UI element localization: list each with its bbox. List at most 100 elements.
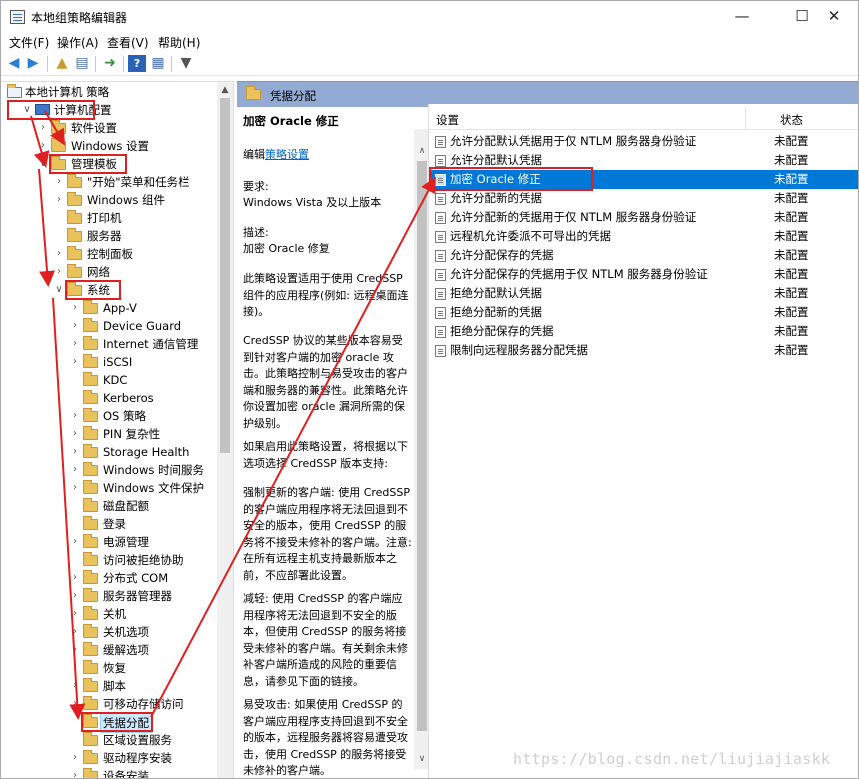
chevron-right-icon[interactable]: › [53,191,65,209]
system-child-node[interactable]: › OS 策略 [1,407,217,425]
system-child-node[interactable]: › Device Guard [1,317,217,335]
server-node[interactable]: 服务器 [1,227,217,245]
system-child-node[interactable]: 区域设置服务 [1,731,217,749]
system-child-node[interactable]: › Internet 通信管理 [1,335,217,353]
menu-action[interactable]: 操作(A) [57,34,99,51]
system-child-node[interactable]: › 服务器管理器 [1,587,217,605]
column-header-state[interactable]: 状态 [780,112,803,128]
chevron-right-icon[interactable]: › [69,605,81,623]
menu-help[interactable]: 帮助(H) [158,34,200,51]
chevron-down-icon[interactable]: ∨ [37,155,49,173]
chevron-right-icon[interactable]: › [69,695,81,713]
chevron-right-icon[interactable]: › [69,659,81,677]
chevron-down-icon[interactable]: ∨ [53,281,65,299]
policy-row[interactable]: 加密 Oracle 修正 未配置 [429,170,858,189]
system-child-node[interactable]: Kerberos [1,389,217,407]
policy-row[interactable]: 允许分配保存的凭据用于仅 NTLM 服务器身份验证 未配置 [429,265,858,284]
edit-policy-link[interactable]: 策略设置 [265,148,309,161]
chevron-right-icon[interactable]: › [53,173,65,191]
computer-config-node[interactable]: ∨ 计算机配置 [1,101,217,119]
system-child-node[interactable]: › 电源管理 [1,533,217,551]
chevron-right-icon[interactable]: › [69,353,81,371]
system-child-node[interactable]: 凭据分配 [1,713,217,733]
tree-scrollbar-thumb[interactable] [220,98,230,453]
system-child-node[interactable]: › 脚本 [1,677,217,695]
chevron-right-icon[interactable]: › [69,641,81,659]
menu-view[interactable]: 查看(V) [107,34,149,51]
policy-row[interactable]: 拒绝分配默认凭据 未配置 [429,284,858,303]
back-icon[interactable]: ◀ [5,55,23,72]
system-child-node[interactable]: 登录 [1,515,217,533]
menu-file[interactable]: 文件(F) [9,34,49,51]
windows-components-node[interactable]: › Windows 组件 [1,191,217,209]
system-child-node[interactable]: › 可移动存储访问 [1,695,217,713]
chevron-right-icon[interactable]: › [69,533,81,551]
system-child-node[interactable]: › PIN 复杂性 [1,425,217,443]
chevron-right-icon[interactable]: › [69,299,81,317]
system-child-node[interactable]: › Windows 时间服务 [1,461,217,479]
chevron-right-icon[interactable]: › [37,137,49,155]
control-panel-node[interactable]: › 控制面板 [1,245,217,263]
admin-templates-node[interactable]: ∨ 管理模板 [1,155,217,173]
software-settings-node[interactable]: › 软件设置 [1,119,217,137]
properties-icon[interactable]: ▦ [149,55,167,72]
chevron-right-icon[interactable]: › [69,749,81,767]
chevron-right-icon[interactable]: › [69,677,81,695]
system-child-node[interactable]: › iSCSI [1,353,217,371]
root-node[interactable]: 本地计算机 策略 [1,83,217,101]
policy-row[interactable]: 远程机允许委派不可导出的凭据 未配置 [429,227,858,246]
system-child-node[interactable]: › Windows 文件保护 [1,479,217,497]
system-node[interactable]: ∨ 系统 [1,281,217,299]
system-child-node[interactable]: › 关机选项 [1,623,217,641]
chevron-right-icon[interactable]: › [53,263,65,281]
chevron-right-icon[interactable]: › [53,245,65,263]
chevron-right-icon[interactable]: › [69,407,81,425]
system-child-node[interactable]: › 关机 [1,605,217,623]
chevron-right-icon[interactable]: › [69,587,81,605]
chevron-down-icon[interactable]: ∨ [21,101,33,119]
minimize-button[interactable]: — [719,1,765,32]
policy-row[interactable]: 允许分配新的凭据用于仅 NTLM 服务器身份验证 未配置 [429,208,858,227]
policy-row[interactable]: 允许分配默认凭据用于仅 NTLM 服务器身份验证 未配置 [429,132,858,151]
chevron-right-icon[interactable]: › [69,443,81,461]
chevron-right-icon[interactable]: › [69,479,81,497]
scroll-up-arrow-icon[interactable]: ▲ [217,82,233,98]
chevron-right-icon[interactable]: › [69,767,81,778]
chevron-right-icon[interactable]: › [69,425,81,443]
system-child-node[interactable]: › 设备安装 [1,767,217,778]
up-folder-icon[interactable]: ▲ [53,55,71,72]
show-hide-tree-icon[interactable]: ▤ [73,55,91,72]
system-child-node[interactable]: › 驱动程序安装 [1,749,217,767]
help-icon[interactable]: ? [128,55,146,72]
system-child-node[interactable]: › 分布式 COM [1,569,217,587]
start-menu-node[interactable]: › "开始"菜单和任务栏 [1,173,217,191]
forward-icon[interactable]: ▶ [24,55,42,72]
policy-row[interactable]: 拒绝分配新的凭据 未配置 [429,303,858,322]
description-scrollbar-thumb[interactable] [417,161,427,731]
system-child-node[interactable]: KDC [1,371,217,389]
export-list-icon[interactable]: ➜ [101,55,119,72]
system-child-node[interactable]: › 恢复 [1,659,217,677]
policy-row[interactable]: 拒绝分配保存的凭据 未配置 [429,322,858,341]
policy-row[interactable]: 允许分配默认凭据 未配置 [429,151,858,170]
chevron-right-icon[interactable]: › [69,569,81,587]
chevron-right-icon[interactable]: › [69,623,81,641]
close-button[interactable]: ✕ [811,1,857,32]
policy-row[interactable]: 允许分配保存的凭据 未配置 [429,246,858,265]
network-node[interactable]: › 网络 [1,263,217,281]
system-child-node[interactable]: › Storage Health [1,443,217,461]
policy-row[interactable]: 限制向远程服务器分配凭据 未配置 [429,341,858,360]
system-child-node[interactable]: 磁盘配额 [1,497,217,515]
filter-icon[interactable]: ▼ [177,55,195,72]
chevron-right-icon[interactable]: › [69,317,81,335]
printers-node[interactable]: 打印机 [1,209,217,227]
chevron-right-icon[interactable]: › [37,119,49,137]
policy-row[interactable]: 允许分配新的凭据 未配置 [429,189,858,208]
column-header-setting[interactable]: 设置 [436,112,459,128]
chevron-right-icon[interactable]: › [69,461,81,479]
windows-settings-node[interactable]: › Windows 设置 [1,137,217,155]
system-child-node[interactable]: 访问被拒绝协助 [1,551,217,569]
system-child-node[interactable]: › App-V [1,299,217,317]
system-child-node[interactable]: › 缓解选项 [1,641,217,659]
chevron-right-icon[interactable]: › [69,335,81,353]
